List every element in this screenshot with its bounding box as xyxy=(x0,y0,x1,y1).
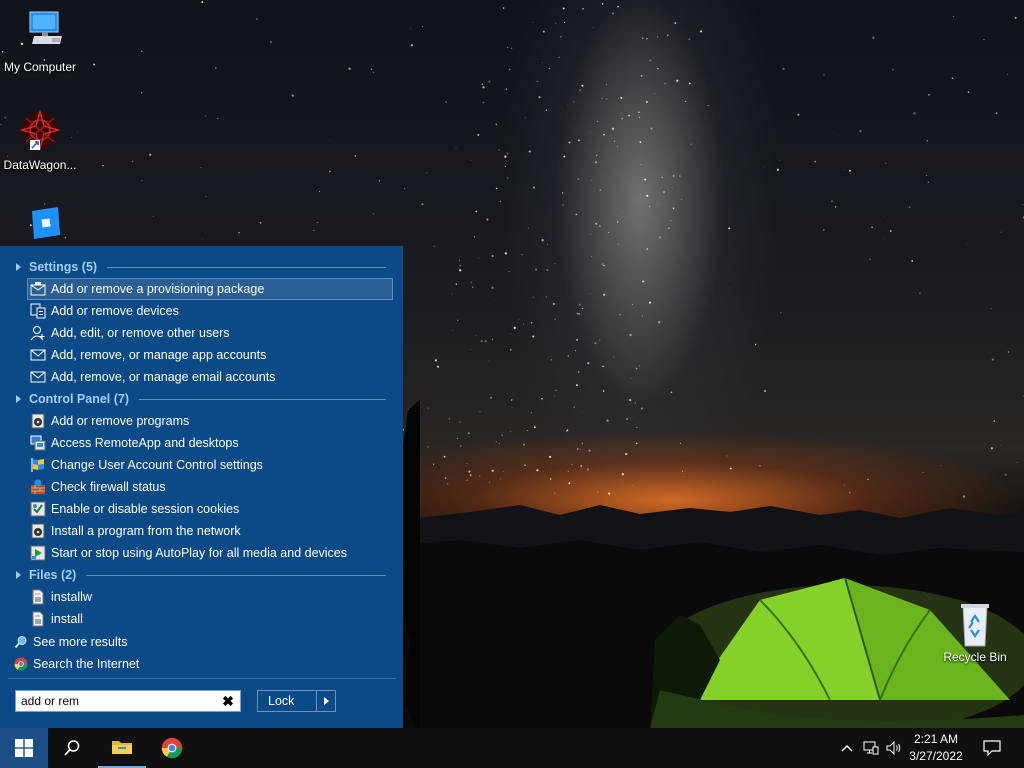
autoplay-icon xyxy=(30,545,46,561)
result-other-users[interactable]: Add, edit, or remove other users xyxy=(28,323,392,343)
lock-button[interactable]: Lock xyxy=(258,691,316,711)
divider xyxy=(139,398,386,400)
speaker-icon xyxy=(886,741,901,755)
result-file-installw[interactable]: installw xyxy=(28,587,392,607)
taskbar-search-button[interactable] xyxy=(48,728,96,768)
programs-icon xyxy=(31,523,45,539)
start-button[interactable] xyxy=(0,728,48,768)
result-uac-settings[interactable]: Change User Account Control settings xyxy=(28,455,392,475)
provisioning-package-icon xyxy=(30,282,46,296)
chevron-up-icon xyxy=(841,745,853,752)
expand-triangle-icon xyxy=(16,395,21,403)
divider xyxy=(86,574,386,576)
file-explorer-icon xyxy=(112,741,132,754)
category-label: Files (2) xyxy=(29,568,77,582)
user-icon xyxy=(30,326,45,341)
category-files[interactable]: Files (2) xyxy=(16,565,386,585)
result-firewall-status[interactable]: Check firewall status xyxy=(28,477,392,497)
result-file-install[interactable]: install xyxy=(28,609,392,629)
search-icon xyxy=(64,740,80,756)
divider xyxy=(8,678,396,679)
result-email-accounts[interactable]: Add, remove, or manage email accounts xyxy=(28,367,392,387)
network-icon xyxy=(863,741,879,755)
divider xyxy=(107,266,386,268)
desktop-icon-label: DataWagon... xyxy=(3,158,77,172)
search-icon xyxy=(14,636,27,649)
start-menu: Settings (5) Add or remove a provisionin… xyxy=(0,246,403,728)
firewall-icon xyxy=(31,479,45,494)
internet-options-icon xyxy=(30,501,46,517)
desktop-icon-partial[interactable] xyxy=(0,205,80,245)
taskbar-chrome[interactable] xyxy=(148,728,196,768)
taskbar-clock[interactable]: 2:21 AM 3/27/2022 xyxy=(906,731,966,765)
category-label: Control Panel (7) xyxy=(29,392,130,406)
chrome-icon xyxy=(161,737,183,759)
volume-control[interactable] xyxy=(884,728,906,768)
start-search-input[interactable] xyxy=(21,692,216,710)
remoteapp-icon xyxy=(30,435,46,451)
taskbar-file-explorer[interactable] xyxy=(98,728,146,768)
desktop-icon-label: My Computer xyxy=(3,60,77,74)
datawagon-icon xyxy=(16,108,64,156)
uac-flag-icon xyxy=(31,458,44,472)
programs-icon xyxy=(31,413,45,429)
show-hidden-icons[interactable] xyxy=(836,728,858,768)
result-autoplay[interactable]: Start or stop using AutoPlay for all med… xyxy=(28,543,392,563)
recycle-bin-icon xyxy=(951,600,999,648)
desktop-icon-my-computer[interactable]: My Computer xyxy=(0,10,80,74)
expand-triangle-icon xyxy=(16,263,21,271)
result-install-from-network[interactable]: Install a program from the network xyxy=(28,521,392,541)
result-remoteapp[interactable]: Access RemoteApp and desktops xyxy=(28,433,392,453)
clock-date: 3/27/2022 xyxy=(909,749,963,763)
result-add-remove-programs[interactable]: Add or remove programs xyxy=(28,411,392,431)
mail-icon xyxy=(30,371,46,383)
chrome-icon xyxy=(14,657,28,671)
network-status[interactable] xyxy=(860,728,882,768)
file-icon xyxy=(32,589,44,605)
lock-button-group: Lock xyxy=(257,690,336,712)
chevron-right-icon xyxy=(323,697,329,705)
mail-icon xyxy=(30,349,46,361)
taskbar: 2:21 AM 3/27/2022 xyxy=(0,728,1024,768)
power-options-arrow[interactable] xyxy=(316,691,335,711)
category-control-panel[interactable]: Control Panel (7) xyxy=(16,389,386,409)
expand-triangle-icon xyxy=(16,571,21,579)
result-devices[interactable]: Add or remove devices xyxy=(28,301,392,321)
app-icon xyxy=(16,205,64,245)
category-label: Settings (5) xyxy=(29,260,98,274)
result-app-accounts[interactable]: Add, remove, or manage app accounts xyxy=(28,345,392,365)
see-more-results[interactable]: See more results xyxy=(14,632,127,652)
windows-logo-icon xyxy=(15,739,33,757)
search-the-internet[interactable]: Search the Internet xyxy=(14,654,139,674)
result-session-cookies[interactable]: Enable or disable session cookies xyxy=(28,499,392,519)
desktop-icon-recycle-bin[interactable]: Recycle Bin xyxy=(935,600,1015,664)
desktop-icon-datawagon[interactable]: DataWagon... xyxy=(0,108,80,172)
start-search-box[interactable]: ✖ xyxy=(15,690,241,712)
devices-icon xyxy=(30,303,46,319)
clear-search-icon[interactable]: ✖ xyxy=(221,694,235,708)
result-provisioning-package[interactable]: Add or remove a provisioning package xyxy=(27,278,393,300)
clock-time: 2:21 AM xyxy=(913,732,959,746)
desktop-icon-label: Recycle Bin xyxy=(943,650,1007,664)
computer-icon xyxy=(16,10,64,58)
action-center-button[interactable] xyxy=(980,728,1004,768)
category-settings[interactable]: Settings (5) xyxy=(16,257,386,277)
file-icon xyxy=(32,611,44,627)
notification-icon xyxy=(983,740,1001,756)
